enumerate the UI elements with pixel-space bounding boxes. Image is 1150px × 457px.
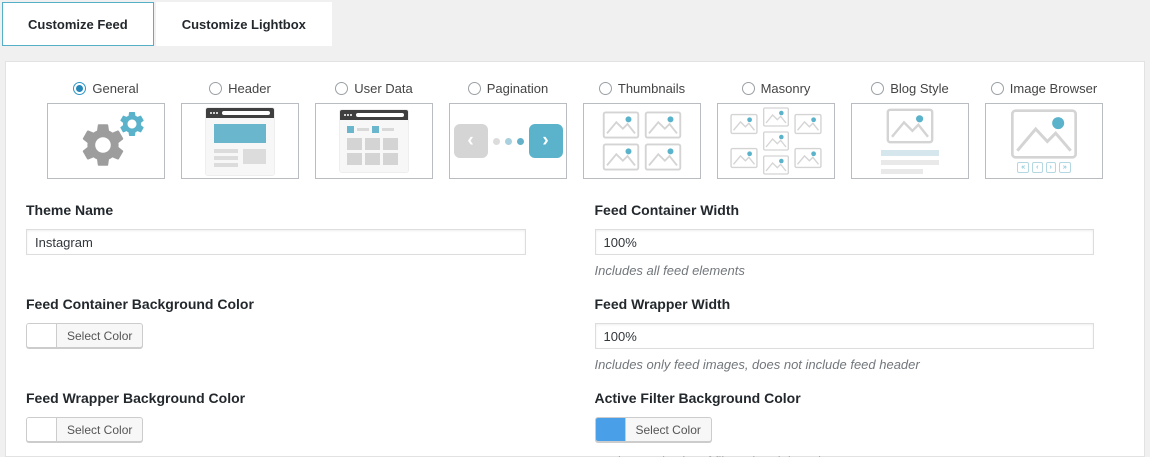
radio-thumbnails[interactable] <box>599 82 612 95</box>
pagination-option-box[interactable]: ‹ › <box>449 103 567 179</box>
feed-wrapper-bg-label: Feed Wrapper Background Color <box>26 390 526 406</box>
prev-page-icon: ‹ <box>1032 162 1042 173</box>
feed-wrapper-width-help: Includes only feed images, does not incl… <box>595 357 1095 372</box>
gears-icon <box>63 109 149 173</box>
feed-container-width-label: Feed Container Width <box>595 202 1095 218</box>
radio-masonry[interactable] <box>742 82 755 95</box>
theme-name-label: Theme Name <box>26 202 526 218</box>
select-color-label: Select Color <box>57 418 142 441</box>
next-arrow-icon: › <box>529 124 563 158</box>
option-label: Header <box>228 81 271 96</box>
first-page-icon: « <box>1017 162 1029 173</box>
option-label: Pagination <box>487 81 548 96</box>
radio-option-masonry[interactable]: Masonry <box>717 81 835 96</box>
layout-option-pagination: Pagination ‹ › <box>449 81 567 179</box>
active-filter-bg-color-button[interactable]: Select Color <box>595 417 712 442</box>
prev-arrow-icon: ‹ <box>454 124 488 158</box>
feed-container-bg-color-button[interactable]: Select Color <box>26 323 143 348</box>
radio-header[interactable] <box>209 82 222 95</box>
feed-wrapper-bg-color-button[interactable]: Select Color <box>26 417 143 442</box>
radio-image-browser[interactable] <box>991 82 1004 95</box>
field-theme-name: Theme Name <box>26 202 526 296</box>
radio-option-blog-style[interactable]: Blog Style <box>851 81 969 96</box>
masonry-grid-icon <box>730 107 822 175</box>
tab-customize-lightbox[interactable]: Customize Lightbox <box>156 2 332 46</box>
browser-header-icon <box>206 108 274 175</box>
settings-panel: General Header <box>5 61 1145 457</box>
layout-option-masonry: Masonry <box>717 81 835 179</box>
masonry-option-box[interactable] <box>717 103 835 179</box>
select-color-label: Select Color <box>626 418 711 441</box>
option-label: Masonry <box>761 81 811 96</box>
thumbnails-option-box[interactable] <box>583 103 701 179</box>
color-swatch <box>596 418 626 441</box>
feed-wrapper-width-input[interactable] <box>595 323 1095 349</box>
field-active-filter-bg-color: Active Filter Background Color Select Co… <box>595 390 1095 457</box>
general-option-box[interactable] <box>47 103 165 179</box>
radio-option-image-browser[interactable]: Image Browser <box>985 81 1103 96</box>
layout-option-blog-style: Blog Style <box>851 81 969 179</box>
next-page-icon: › <box>1046 162 1056 173</box>
radio-option-general[interactable]: General <box>47 81 165 96</box>
option-label: Blog Style <box>890 81 949 96</box>
browser-titlebar <box>206 108 274 118</box>
field-feed-container-width: Feed Container Width Includes all feed e… <box>595 202 1095 296</box>
theme-name-input[interactable] <box>26 229 526 255</box>
image-browser-icon: « ‹ › » <box>1008 109 1080 173</box>
user-data-option-box[interactable] <box>315 103 433 179</box>
blog-post-icon <box>881 108 939 174</box>
blog-style-option-box[interactable] <box>851 103 969 179</box>
pagination-arrows-icon: ‹ › <box>454 124 563 158</box>
radio-general[interactable] <box>73 82 86 95</box>
tab-customize-feed[interactable]: Customize Feed <box>2 2 154 46</box>
color-swatch <box>27 324 57 347</box>
layout-options-row: General Header <box>6 81 1144 179</box>
radio-option-pagination[interactable]: Pagination <box>449 81 567 96</box>
browser-titlebar <box>340 110 408 120</box>
feed-container-bg-label: Feed Container Background Color <box>26 296 526 312</box>
image-browser-option-box[interactable]: « ‹ › » <box>985 103 1103 179</box>
radio-blog-style[interactable] <box>871 82 884 95</box>
layout-option-thumbnails: Thumbnails <box>583 81 701 179</box>
option-label: Thumbnails <box>618 81 685 96</box>
last-page-icon: » <box>1059 162 1071 173</box>
radio-pagination[interactable] <box>468 82 481 95</box>
radio-user-data[interactable] <box>335 82 348 95</box>
layout-option-header: Header <box>181 81 299 179</box>
field-feed-wrapper-width: Feed Wrapper Width Includes only feed im… <box>595 296 1095 390</box>
browser-grid-icon <box>340 110 408 172</box>
layout-option-user-data: User Data <box>315 81 433 179</box>
field-feed-wrapper-bg-color: Feed Wrapper Background Color Select Col… <box>26 390 526 457</box>
layout-option-general: General <box>47 81 165 179</box>
header-option-box[interactable] <box>181 103 299 179</box>
feed-container-width-input[interactable] <box>595 229 1095 255</box>
radio-option-thumbnails[interactable]: Thumbnails <box>583 81 701 96</box>
option-label: Image Browser <box>1010 81 1097 96</box>
feed-wrapper-width-label: Feed Wrapper Width <box>595 296 1095 312</box>
radio-option-user-data[interactable]: User Data <box>315 81 433 96</box>
thumbnails-grid-icon <box>602 111 682 171</box>
radio-option-header[interactable]: Header <box>181 81 299 96</box>
option-label: General <box>92 81 138 96</box>
settings-form: Theme Name Feed Container Width Includes… <box>26 202 1094 457</box>
color-swatch <box>27 418 57 441</box>
banner-block <box>214 124 266 143</box>
gear-small-icon <box>117 109 147 139</box>
active-filter-bg-label: Active Filter Background Color <box>595 390 1095 406</box>
option-label: User Data <box>354 81 413 96</box>
field-feed-container-bg-color: Feed Container Background Color Select C… <box>26 296 526 390</box>
layout-option-image-browser: Image Browser « ‹ › » <box>985 81 1103 179</box>
tab-bar: Customize Feed Customize Lightbox <box>0 0 1150 46</box>
select-color-label: Select Color <box>57 324 142 347</box>
image-browser-nav: « ‹ › » <box>1017 162 1071 173</box>
feed-container-width-help: Includes all feed elements <box>595 263 1095 278</box>
